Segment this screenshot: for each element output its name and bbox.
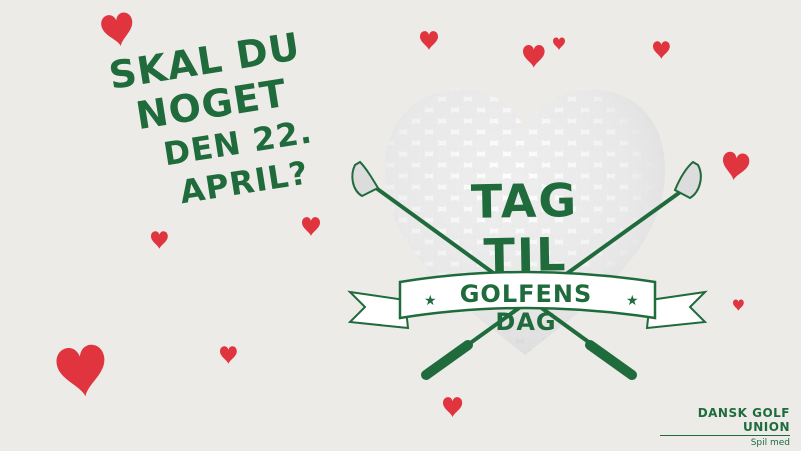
heart-icon	[733, 299, 744, 311]
heart-icon	[443, 397, 463, 418]
star-icon: ★	[424, 293, 437, 309]
poster: ★ ★ SKAL DU NOGET DEN 22. APRIL? TAG TIL…	[0, 0, 801, 451]
heart-icon	[653, 41, 670, 59]
heart-icon	[99, 11, 137, 49]
heart-icon	[553, 37, 565, 50]
star-icon: ★	[626, 293, 639, 309]
heart-icon	[420, 31, 438, 50]
dgu-logo: DANSK GOLF UNION Spil med	[660, 406, 790, 448]
logo-tagline: Spil med	[750, 438, 790, 448]
heart-icon	[54, 343, 110, 400]
heart-icon	[720, 150, 751, 182]
heart-icon	[220, 346, 237, 364]
emblem-title: TAG TIL	[470, 173, 579, 283]
banner-text: GOLFENS DAG	[459, 280, 593, 336]
logo-brand: DANSK GOLF UNION	[660, 406, 790, 436]
heart-icon	[523, 45, 545, 68]
heart-icon	[302, 217, 320, 236]
heart-icon	[151, 231, 168, 249]
